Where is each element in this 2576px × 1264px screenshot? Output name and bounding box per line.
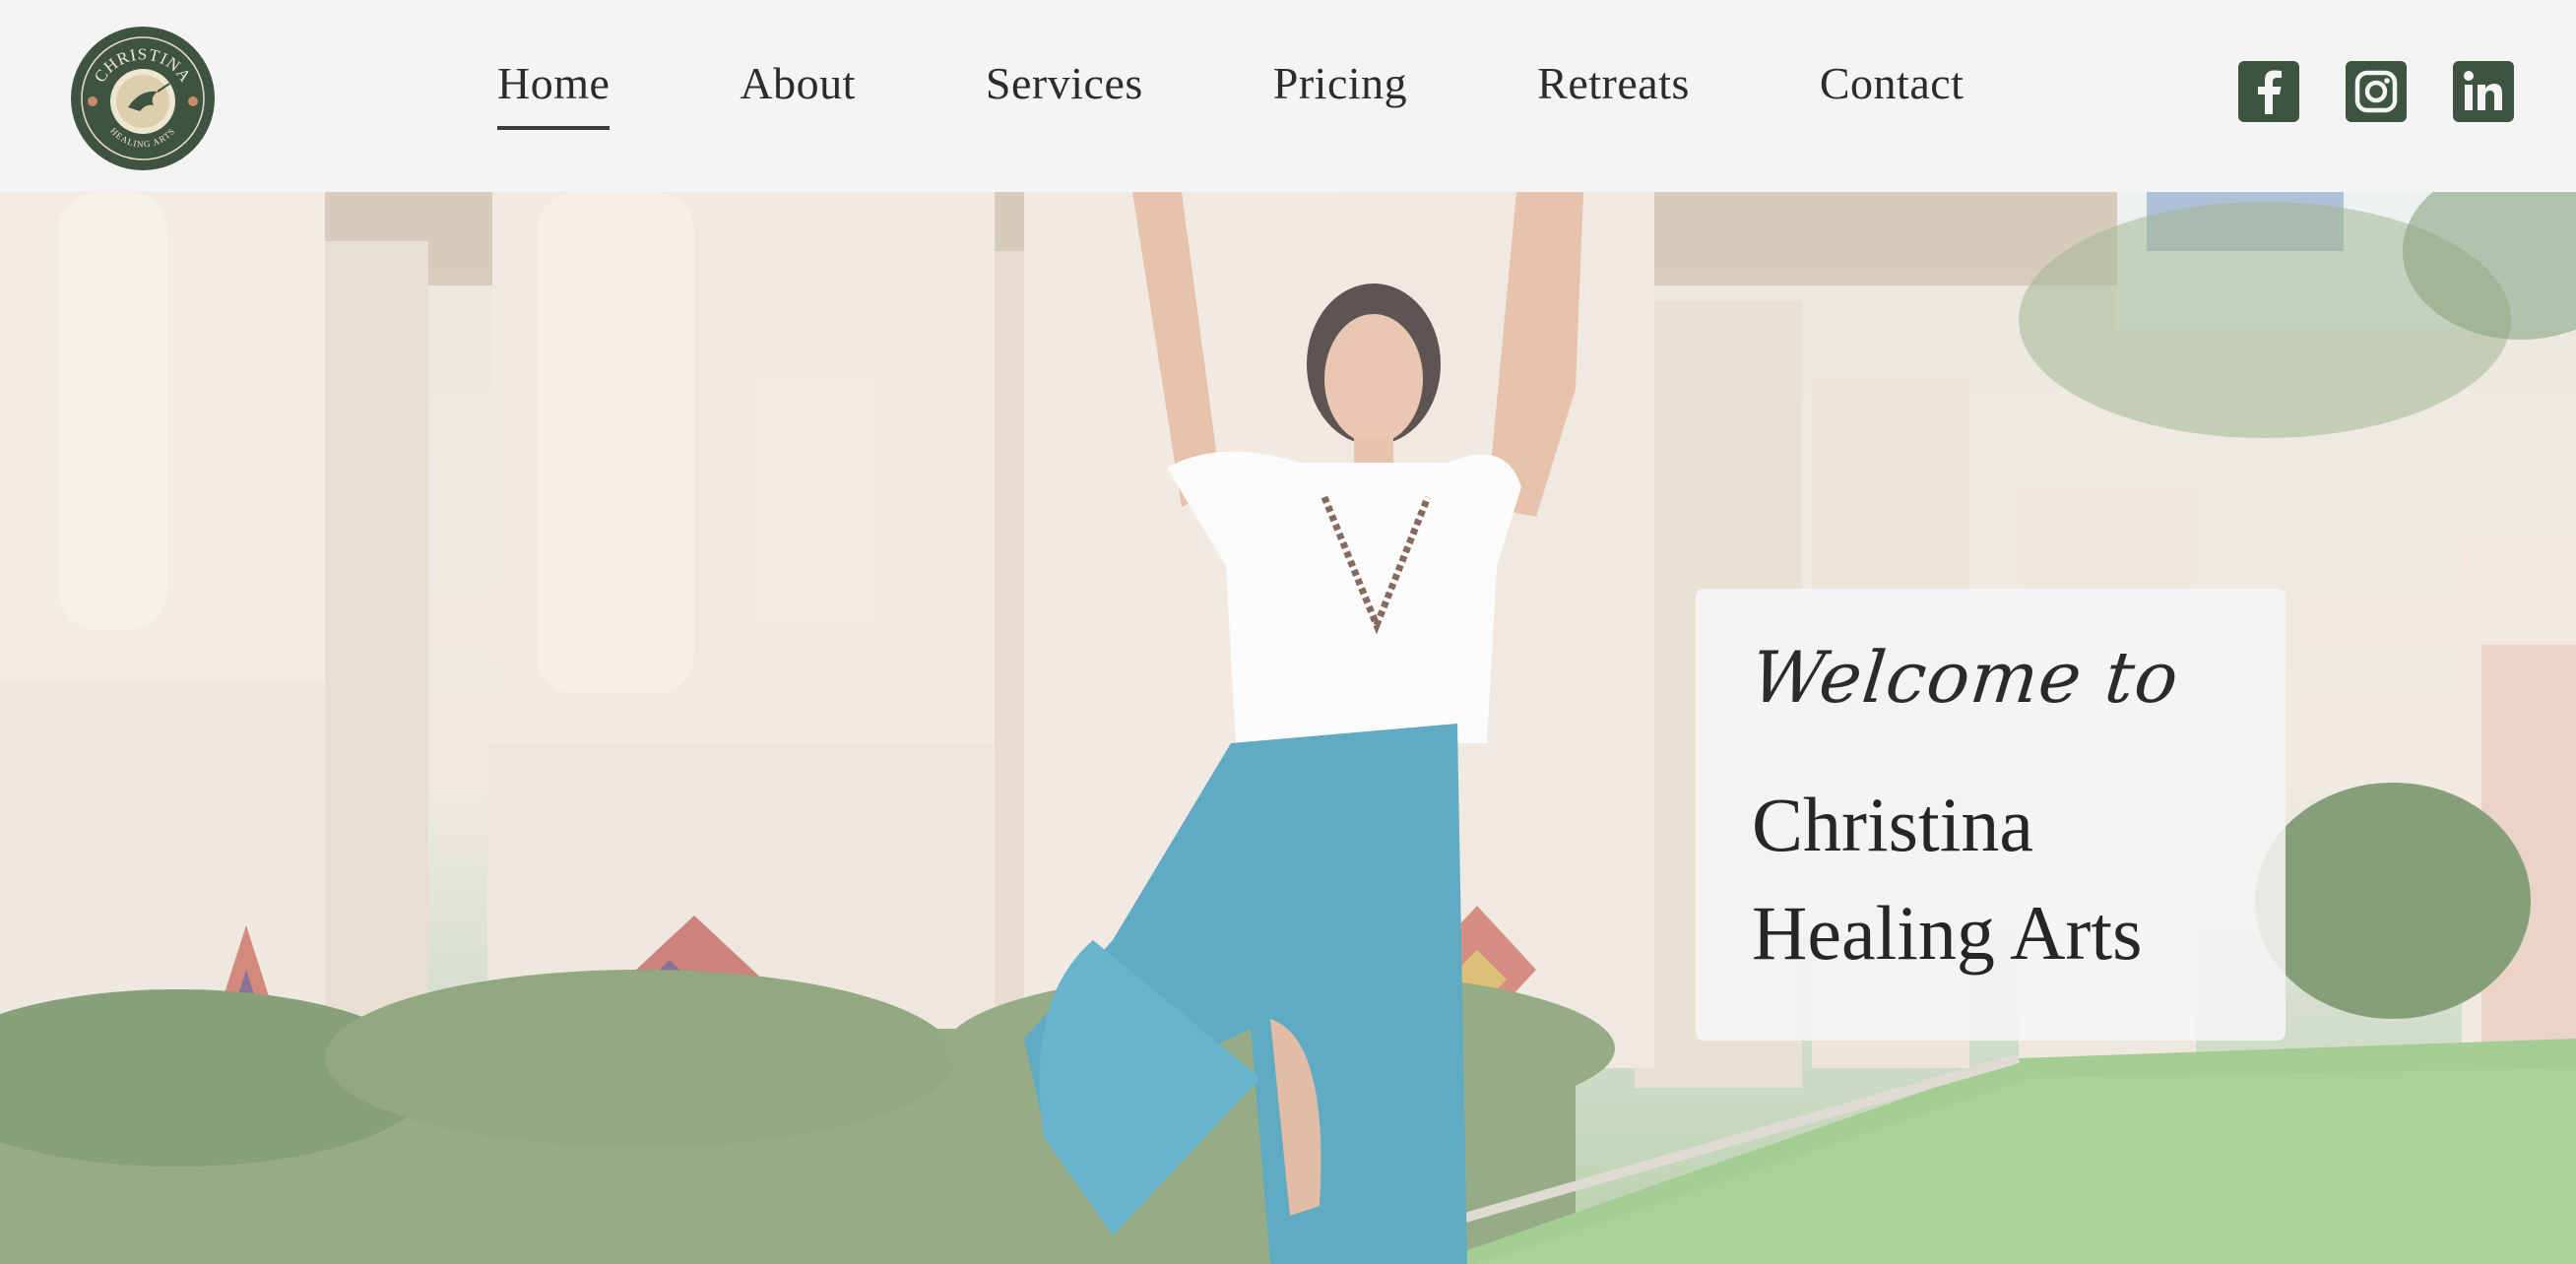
nav-services[interactable]: Services — [986, 51, 1143, 116]
hummingbird-seal-icon: CHRISTINA HEALING ARTS — [74, 30, 212, 167]
nav-pricing[interactable]: Pricing — [1273, 51, 1407, 116]
site-header: CHRISTINA HEALING ARTS Home About Servic… — [0, 0, 2576, 192]
nav-about[interactable]: About — [740, 51, 856, 116]
site-logo[interactable]: CHRISTINA HEALING ARTS — [71, 27, 215, 170]
welcome-card: Welcome to Christina Healing Arts — [1696, 589, 2286, 1041]
main-nav: Home About Services Pricing Retreats Con… — [497, 51, 1964, 140]
linkedin-link[interactable] — [2453, 61, 2514, 122]
facebook-icon — [2258, 70, 2282, 114]
hero-title-line-1: Christina — [1752, 782, 2033, 867]
nav-home[interactable]: Home — [497, 51, 611, 130]
instagram-icon — [2354, 70, 2398, 113]
nav-retreats[interactable]: Retreats — [1537, 51, 1690, 116]
social-links — [2238, 61, 2514, 122]
nav-contact[interactable]: Contact — [1820, 51, 1964, 116]
facebook-link[interactable] — [2238, 61, 2299, 122]
instagram-link[interactable] — [2346, 61, 2407, 122]
hero-section: Welcome to Christina Healing Arts — [0, 192, 2576, 1264]
linkedin-icon — [2464, 71, 2502, 110]
welcome-script: Welcome to — [1747, 636, 2183, 719]
hero-title-line-2: Healing Arts — [1752, 890, 2143, 976]
hero-title: Christina Healing Arts — [1752, 771, 2264, 987]
